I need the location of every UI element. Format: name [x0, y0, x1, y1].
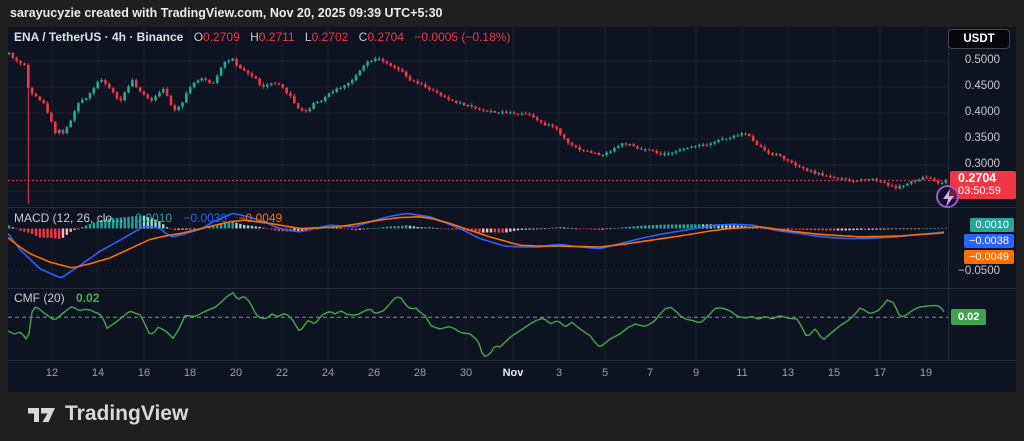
time-axis-label: 9: [693, 367, 699, 379]
time-axis-label: 20: [230, 367, 242, 379]
time-axis-label: 3: [556, 367, 562, 379]
pane-separator[interactable]: [8, 288, 1016, 289]
footer: TradingView: [0, 392, 1024, 441]
time-axis-label: 22: [276, 367, 288, 379]
time-axis-label: 26: [368, 367, 380, 379]
time-axis-label: 11: [736, 367, 747, 379]
time-axis-label: 18: [184, 367, 196, 379]
time-axis-label: 13: [782, 367, 794, 379]
price-tick: 0.3500: [950, 132, 1000, 144]
time-axis-label: 17: [874, 367, 886, 379]
symbol-legend[interactable]: ENA / TetherUS · 4h · Binance O0.2709 H0…: [14, 30, 510, 44]
time-axis-label: 16: [138, 367, 150, 379]
ohlc-low: L0.2702: [298, 30, 348, 44]
last-price-badge: 0.2704 03:50:59: [950, 171, 1016, 199]
macd-legend[interactable]: MACD (12, 26, clo… 0.0010 −0.0038 −0.004…: [14, 211, 282, 225]
macd-axis-tick: −0.0500: [950, 265, 1000, 277]
pane-separator[interactable]: [8, 207, 1016, 208]
last-price: 0.2704: [958, 172, 1016, 185]
ohlc-high: H0.2711: [243, 30, 294, 44]
tradingview-logo-text: TradingView: [65, 402, 188, 426]
time-axis-label: 24: [322, 367, 334, 379]
price-tick: 0.5000: [950, 54, 1000, 66]
time-axis-label: 30: [460, 367, 472, 379]
price-tick: 0.3000: [950, 158, 1000, 170]
macd-line-badge: −0.0038: [964, 234, 1014, 248]
macd-hist-badge: 0.0010: [970, 218, 1014, 232]
time-axis-label: 5: [602, 367, 608, 379]
time-axis-label: 15: [828, 367, 840, 379]
ohlc-open: O0.2709: [187, 30, 240, 44]
time-axis-label: 14: [92, 367, 104, 379]
macd-signal-badge: −0.0049: [964, 250, 1014, 264]
time-axis-separator: [8, 360, 1016, 361]
price-tick: 0.4500: [950, 80, 1000, 92]
price-tick: 0.4000: [950, 106, 1000, 118]
lightning-badge-icon: [936, 185, 959, 208]
symbol-title[interactable]: ENA / TetherUS · 4h · Binance: [14, 30, 183, 44]
chart-area[interactable]: ENA / TetherUS · 4h · Binance O0.2709 H0…: [8, 27, 1016, 392]
cmf-value-badge: 0.02: [951, 309, 986, 325]
bar-countdown: 03:50:59: [958, 185, 1016, 198]
macd-signal-value: −0.0049: [239, 211, 283, 225]
time-axis-label: 7: [647, 367, 653, 379]
time-axis-label: 12: [46, 367, 58, 379]
tradingview-snapshot: sarayucyzie created with TradingView.com…: [0, 0, 1024, 441]
cmf-legend[interactable]: CMF (20) 0.02: [14, 291, 99, 305]
time-axis-label: 19: [920, 367, 932, 379]
macd-line-value: −0.0038: [183, 211, 227, 225]
time-axis-label: 28: [414, 367, 426, 379]
currency-toggle-button[interactable]: USDT: [948, 29, 1010, 49]
time-axis-label: Nov: [503, 367, 524, 379]
tradingview-logo-icon: [26, 401, 56, 427]
price-change: −0.0005 (−0.18%): [414, 30, 510, 44]
macd-title[interactable]: MACD (12, 26, clo…: [14, 211, 124, 225]
ohlc-close: C0.2704: [352, 30, 404, 44]
cmf-value: 0.02: [76, 291, 99, 305]
tradingview-logo[interactable]: TradingView: [26, 401, 188, 427]
macd-hist-value: 0.0010: [135, 211, 172, 225]
cmf-title[interactable]: CMF (20): [14, 291, 65, 305]
